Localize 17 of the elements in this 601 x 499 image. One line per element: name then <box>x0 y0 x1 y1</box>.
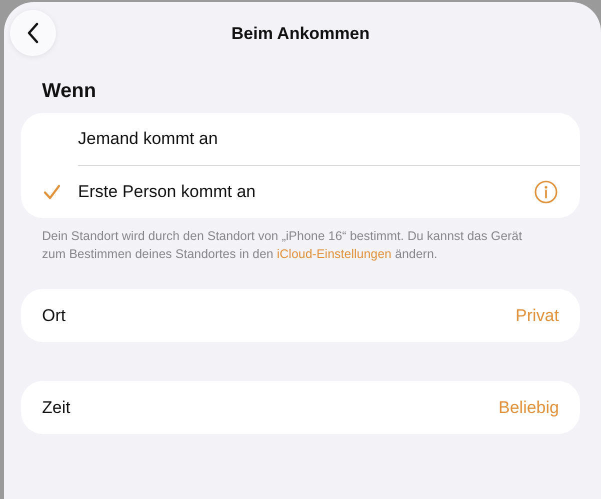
back-button[interactable] <box>10 10 56 56</box>
footnote-text: Dein Standort wird durch den Standort von „iPhone 16“ bestimmt. Du kannst das Gerät zum Bestimmen deines Standortes in den iCloud-Einstellungen ändern. <box>42 228 524 263</box>
checkmark-icon <box>43 184 61 200</box>
option-label: Erste Person kommt an <box>78 182 257 202</box>
setting-label: Ort <box>42 306 66 326</box>
option-label: Jemand kommt an <box>78 129 219 149</box>
setting-value: Privat <box>516 306 559 326</box>
option-row[interactable]: Jemand kommt an <box>21 113 580 165</box>
info-icon[interactable] <box>534 180 558 204</box>
section-title: Wenn <box>42 80 98 103</box>
setting-label: Zeit <box>42 398 70 418</box>
screen-title: Beim Ankommen <box>231 24 370 44</box>
option-row[interactable]: Erste Person kommt an <box>21 166 580 218</box>
setting-row[interactable]: Zeit Beliebig <box>21 381 580 434</box>
setting-value: Beliebig <box>498 398 559 418</box>
chevron-left-icon <box>26 22 40 44</box>
setting-row[interactable]: Ort Privat <box>21 289 580 342</box>
